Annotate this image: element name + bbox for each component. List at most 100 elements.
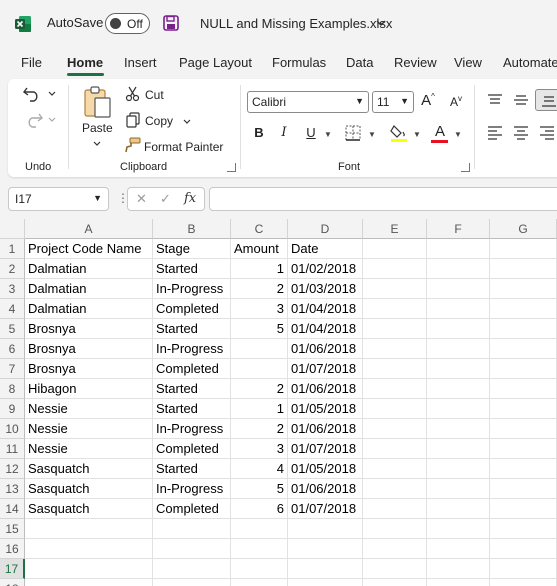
select-all-corner[interactable] — [0, 219, 25, 239]
scissors-icon[interactable] — [125, 86, 141, 102]
cell-g16[interactable] — [490, 539, 557, 559]
cell-d6[interactable]: 01/06/2018 — [288, 339, 363, 359]
confirm-entry-icon[interactable]: ✓ — [160, 191, 171, 207]
column-header-g[interactable]: G — [490, 219, 557, 239]
format-painter-icon[interactable] — [124, 137, 142, 153]
cell-e6[interactable] — [363, 339, 427, 359]
font-dialog-launcher-icon[interactable] — [461, 163, 470, 172]
cell-c16[interactable] — [231, 539, 288, 559]
tab-home[interactable]: Home — [67, 55, 103, 70]
cell-d4[interactable]: 01/04/2018 — [288, 299, 363, 319]
cell-b3[interactable]: In-Progress — [153, 279, 231, 299]
document-title[interactable]: NULL and Missing Examples.xlsx — [200, 16, 392, 31]
cell-a5[interactable]: Brosnya — [25, 319, 153, 339]
cell-d8[interactable]: 01/06/2018 — [288, 379, 363, 399]
borders-icon[interactable] — [345, 125, 361, 141]
save-icon[interactable] — [163, 15, 179, 31]
formula-input[interactable] — [209, 187, 557, 211]
cell-f15[interactable] — [427, 519, 490, 539]
column-header-b[interactable]: B — [153, 219, 231, 239]
cell-d15[interactable] — [288, 519, 363, 539]
cancel-entry-icon[interactable]: ✕ — [136, 191, 147, 207]
cell-a7[interactable]: Brosnya — [25, 359, 153, 379]
cell-c1[interactable]: Amount — [231, 239, 288, 259]
cell-e13[interactable] — [363, 479, 427, 499]
chevron-down-icon[interactable] — [376, 19, 386, 27]
cell-d16[interactable] — [288, 539, 363, 559]
cell-d7[interactable]: 01/07/2018 — [288, 359, 363, 379]
copy-dropdown-icon[interactable] — [183, 119, 191, 125]
cell-f5[interactable] — [427, 319, 490, 339]
tab-file[interactable]: File — [21, 55, 42, 70]
cell-a1[interactable]: Project Code Name — [25, 239, 153, 259]
cell-b12[interactable]: Started — [153, 459, 231, 479]
cell-e11[interactable] — [363, 439, 427, 459]
cell-b18[interactable] — [153, 579, 231, 586]
cell-d12[interactable]: 01/05/2018 — [288, 459, 363, 479]
tab-data[interactable]: Data — [346, 55, 373, 70]
row-header-3[interactable]: 3 — [0, 279, 25, 299]
cell-a2[interactable]: Dalmatian — [25, 259, 153, 279]
cell-c8[interactable]: 2 — [231, 379, 288, 399]
cell-b1[interactable]: Stage — [153, 239, 231, 259]
cell-d1[interactable]: Date — [288, 239, 363, 259]
autosave-toggle[interactable]: Off — [105, 13, 150, 34]
cut-button[interactable]: Cut — [145, 88, 164, 102]
underline-dropdown-icon[interactable]: ▼ — [324, 130, 332, 139]
cell-f6[interactable] — [427, 339, 490, 359]
row-header-2[interactable]: 2 — [0, 259, 25, 279]
column-header-f[interactable]: F — [427, 219, 490, 239]
cell-f3[interactable] — [427, 279, 490, 299]
row-header-17[interactable]: 17 — [0, 559, 25, 579]
cell-f12[interactable] — [427, 459, 490, 479]
undo-icon[interactable] — [22, 85, 44, 103]
spreadsheet-grid[interactable]: A B C D E F G 1 Project Code Name Stage Amount Date… — [0, 219, 557, 586]
cell-g12[interactable] — [490, 459, 557, 479]
tab-view[interactable]: View — [454, 55, 482, 70]
cell-e2[interactable] — [363, 259, 427, 279]
row-header-14[interactable]: 14 — [0, 499, 25, 519]
row-header-1[interactable]: 1 — [0, 239, 25, 259]
cell-f16[interactable] — [427, 539, 490, 559]
format-painter-button[interactable]: Format Painter — [144, 140, 223, 154]
align-middle-icon[interactable] — [513, 93, 529, 107]
align-right-icon[interactable] — [539, 126, 555, 140]
cell-f9[interactable] — [427, 399, 490, 419]
copy-button[interactable]: Copy — [145, 114, 173, 128]
cell-e1[interactable] — [363, 239, 427, 259]
cell-e5[interactable] — [363, 319, 427, 339]
cell-d5[interactable]: 01/04/2018 — [288, 319, 363, 339]
column-header-a[interactable]: A — [25, 219, 153, 239]
cell-e10[interactable] — [363, 419, 427, 439]
cell-g17[interactable] — [490, 559, 557, 579]
cell-d13[interactable]: 01/06/2018 — [288, 479, 363, 499]
cell-e14[interactable] — [363, 499, 427, 519]
cell-d10[interactable]: 01/06/2018 — [288, 419, 363, 439]
row-header-5[interactable]: 5 — [0, 319, 25, 339]
undo-dropdown-icon[interactable] — [48, 91, 56, 97]
cell-d2[interactable]: 01/02/2018 — [288, 259, 363, 279]
copy-icon[interactable] — [125, 112, 141, 128]
cell-a6[interactable]: Brosnya — [25, 339, 153, 359]
cell-b9[interactable]: Started — [153, 399, 231, 419]
cell-c14[interactable]: 6 — [231, 499, 288, 519]
cell-b16[interactable] — [153, 539, 231, 559]
cell-a11[interactable]: Nessie — [25, 439, 153, 459]
row-header-7[interactable]: 7 — [0, 359, 25, 379]
cell-b2[interactable]: Started — [153, 259, 231, 279]
cell-c4[interactable]: 3 — [231, 299, 288, 319]
cell-c13[interactable]: 5 — [231, 479, 288, 499]
cell-b6[interactable]: In-Progress — [153, 339, 231, 359]
cell-e18[interactable] — [363, 579, 427, 586]
cell-f2[interactable] — [427, 259, 490, 279]
cell-e15[interactable] — [363, 519, 427, 539]
cell-c17[interactable] — [231, 559, 288, 579]
decrease-font-size-icon[interactable]: Av — [447, 94, 465, 109]
cell-g4[interactable] — [490, 299, 557, 319]
cell-a9[interactable]: Nessie — [25, 399, 153, 419]
cell-g13[interactable] — [490, 479, 557, 499]
tab-review[interactable]: Review — [394, 55, 437, 70]
cell-d9[interactable]: 01/05/2018 — [288, 399, 363, 419]
cell-g11[interactable] — [490, 439, 557, 459]
cell-a8[interactable]: Hibagon — [25, 379, 153, 399]
